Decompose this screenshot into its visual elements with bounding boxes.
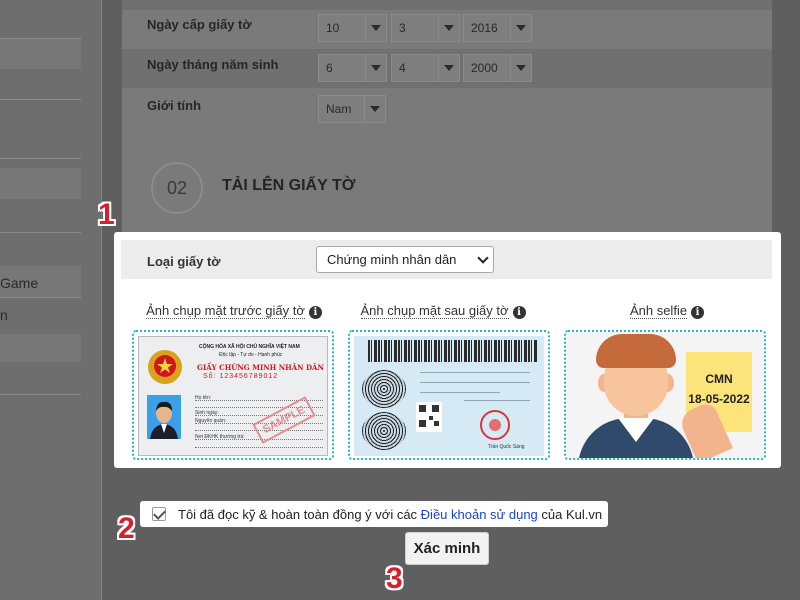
issue-month-value: 3	[399, 21, 406, 35]
front-photo-label: Ảnh chụp mặt trước giấy tờ i	[144, 303, 324, 319]
card-back-line	[420, 382, 530, 383]
form-panel: Ngày cấp giấy tờ 10 3 2016 Ngày tháng nă…	[122, 0, 772, 232]
selfie-hair	[596, 334, 676, 368]
back-photo-label-text: Ảnh chụp mặt sau giấy tờ	[360, 303, 509, 319]
doc-type-row: Loại giấy tờ Chứng minh nhân dân	[121, 240, 772, 279]
doc-type-label: Loại giấy tờ	[147, 254, 221, 269]
gender-row: Giới tính Nam	[122, 88, 772, 128]
terms-suffix: của Kul.vn	[537, 507, 603, 522]
sidebar-divider	[0, 297, 81, 298]
issue-date-row: Ngày cấp giấy tờ 10 3 2016	[122, 10, 772, 49]
birth-year-value: 2000	[471, 61, 498, 75]
step-number-2: 2	[118, 512, 135, 545]
portrait-photo	[147, 395, 181, 439]
card-back-line	[464, 400, 530, 401]
seal-icon	[480, 410, 510, 440]
sample-stamp: SAMPLE	[252, 396, 316, 444]
section-title: TẢI LÊN GIẤY TỜ	[222, 177, 356, 194]
front-photo-dropzone[interactable]: CỘNG HÒA XÃ HỘI CHỦ NGHĨA VIỆT NAM Độc l…	[132, 330, 334, 460]
gender-value: Nam	[326, 102, 352, 116]
birth-month-select[interactable]: 4	[391, 54, 460, 82]
card-field-line	[195, 439, 323, 440]
card-back-line	[420, 392, 500, 393]
barcode	[368, 340, 538, 362]
info-icon[interactable]: i	[512, 306, 526, 319]
chevron-down-icon	[365, 55, 386, 81]
section-number-circle: 02	[151, 162, 203, 214]
doc-type-select[interactable]: Chứng minh nhân dân	[316, 246, 494, 273]
selfie-sample: CMN 18-05-2022	[566, 332, 764, 458]
chevron-down-icon	[438, 55, 459, 81]
terms-agreement: Tôi đã đọc kỹ & hoàn toàn đồng ý với các…	[140, 501, 608, 527]
card-back-line	[420, 372, 530, 373]
chevron-down-icon	[365, 15, 386, 41]
note-line-2: 18-05-2022	[688, 392, 750, 406]
note-line-1: CMN	[705, 372, 733, 386]
back-photo-label: Ảnh chụp mặt sau giấy tờ i	[353, 303, 533, 319]
sidebar-divider	[0, 394, 81, 395]
sidebar-item[interactable]	[0, 334, 81, 362]
card-country-line: CỘNG HÒA XÃ HỘI CHỦ NGHĨA VIỆT NAM	[199, 344, 300, 350]
card-back-signer: Trần Quốc Sáng	[488, 444, 525, 450]
issue-year-value: 2016	[471, 21, 498, 35]
birth-year-select[interactable]: 2000	[463, 54, 532, 82]
sidebar: Game n	[0, 0, 102, 600]
upload-card: Loại giấy tờ Chứng minh nhân dân Ảnh chụ…	[114, 232, 781, 468]
national-emblem-icon	[148, 350, 182, 384]
card-number: Số: 123456789012	[203, 373, 279, 380]
issue-day-value: 10	[326, 21, 340, 35]
selfie-label-text: Ảnh selfie	[629, 303, 688, 319]
sidebar-divider	[0, 99, 81, 100]
chevron-down-icon	[477, 252, 489, 264]
card-title: GIẤY CHỨNG MINH NHÂN DÂN	[197, 363, 324, 372]
birth-day-value: 6	[326, 61, 333, 75]
qr-code-icon	[416, 402, 442, 432]
chevron-down-icon	[510, 55, 531, 81]
sidebar-item[interactable]	[0, 39, 81, 69]
sidebar-divider	[0, 158, 81, 159]
back-photo-dropzone[interactable]: Trần Quốc Sáng	[348, 330, 550, 460]
step-number-3: 3	[386, 562, 403, 595]
id-card-front-sample: CỘNG HÒA XÃ HỘI CHỦ NGHĨA VIỆT NAM Độc l…	[138, 336, 328, 456]
birth-date-label: Ngày tháng năm sinh	[147, 57, 279, 72]
chevron-down-icon	[510, 15, 531, 41]
card-motto-line: Độc lập - Tự do - Hạnh phúc	[219, 352, 283, 358]
form-row	[122, 0, 772, 10]
gender-select[interactable]: Nam	[318, 95, 386, 123]
gender-label: Giới tính	[147, 98, 202, 113]
birth-date-row: Ngày tháng năm sinh 6 4 2000	[122, 49, 772, 88]
issue-month-select[interactable]: 3	[391, 14, 460, 42]
terms-link[interactable]: Điều khoản sử dụng	[421, 507, 538, 522]
info-icon[interactable]: i	[691, 306, 705, 319]
card-field-line	[195, 447, 323, 448]
step-number-1: 1	[98, 198, 115, 231]
info-icon[interactable]: i	[308, 306, 322, 319]
birth-day-select[interactable]: 6	[318, 54, 387, 82]
fingerprint-icon	[362, 412, 406, 450]
sidebar-item-game[interactable]: Game	[0, 268, 81, 298]
verify-button[interactable]: Xác minh	[405, 532, 489, 565]
issue-day-select[interactable]: 10	[318, 14, 387, 42]
chevron-down-icon	[364, 96, 385, 122]
doc-type-value: Chứng minh nhân dân	[327, 252, 457, 267]
fingerprint-icon	[362, 370, 406, 408]
selfie-label: Ảnh selfie i	[577, 303, 757, 319]
sidebar-divider	[0, 232, 81, 233]
sidebar-item[interactable]	[0, 168, 81, 199]
issue-year-select[interactable]: 2016	[463, 14, 532, 42]
front-photo-label-text: Ảnh chụp mặt trước giấy tờ	[146, 303, 305, 319]
chevron-down-icon	[438, 15, 459, 41]
sidebar-item-n[interactable]: n	[0, 300, 81, 330]
issue-date-label: Ngày cấp giấy tờ	[147, 17, 252, 32]
birth-month-value: 4	[399, 61, 406, 75]
id-card-back-sample: Trần Quốc Sáng	[354, 336, 544, 456]
terms-prefix: Tôi đã đọc kỹ & hoàn toàn đồng ý với các	[178, 507, 421, 522]
terms-checkbox[interactable]	[152, 507, 166, 521]
selfie-dropzone[interactable]: CMN 18-05-2022	[564, 330, 766, 460]
terms-text: Tôi đã đọc kỹ & hoàn toàn đồng ý với các…	[178, 507, 602, 522]
